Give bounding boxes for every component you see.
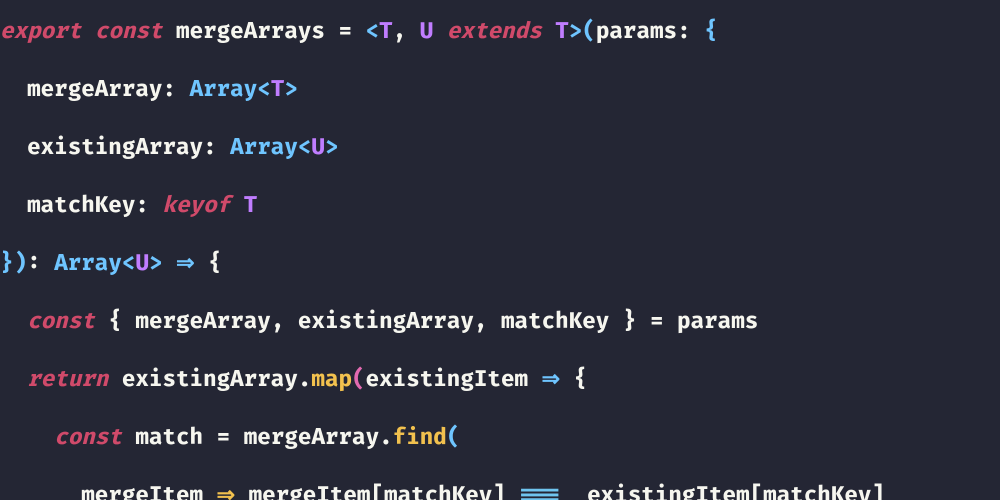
code-block: export const mergeArrays = <T, U extends… bbox=[0, 0, 1000, 500]
code-line: existingArray: Array<U> bbox=[0, 133, 1000, 162]
keyword-export: export bbox=[0, 18, 81, 45]
keyword-const: const bbox=[95, 18, 163, 45]
code-line: const match = mergeArray.find( bbox=[0, 423, 1000, 452]
method-map: map bbox=[311, 366, 352, 393]
code-line: }): Array<U> ⇒ { bbox=[0, 249, 1000, 278]
type-array: Array bbox=[54, 250, 122, 277]
ident-params: params bbox=[596, 18, 677, 45]
keyword-const: const bbox=[54, 424, 122, 451]
fn-name: mergeArrays bbox=[176, 18, 325, 45]
code-line: const { mergeArray, existingArray, match… bbox=[0, 307, 1000, 336]
keyword-extends: extends bbox=[447, 18, 542, 45]
code-line: mergeArray: Array<T> bbox=[0, 75, 1000, 104]
method-find: find bbox=[393, 424, 447, 451]
code-line: return existingArray.map(existingItem ⇒ … bbox=[0, 365, 1000, 394]
type-array: Array bbox=[190, 76, 258, 103]
keyword-const: const bbox=[27, 308, 95, 335]
code-line: mergeItem ⇒ mergeItem[matchKey] === exis… bbox=[0, 481, 1000, 500]
keyword-return: return bbox=[27, 366, 108, 393]
type-array: Array bbox=[230, 134, 298, 161]
code-line: export const mergeArrays = <T, U extends… bbox=[0, 17, 1000, 46]
op-strict-equal: === bbox=[519, 482, 560, 500]
code-line: matchKey: keyof T bbox=[0, 191, 1000, 220]
keyword-keyof: keyof bbox=[162, 192, 230, 219]
fat-arrow: ⇒ bbox=[176, 250, 194, 277]
